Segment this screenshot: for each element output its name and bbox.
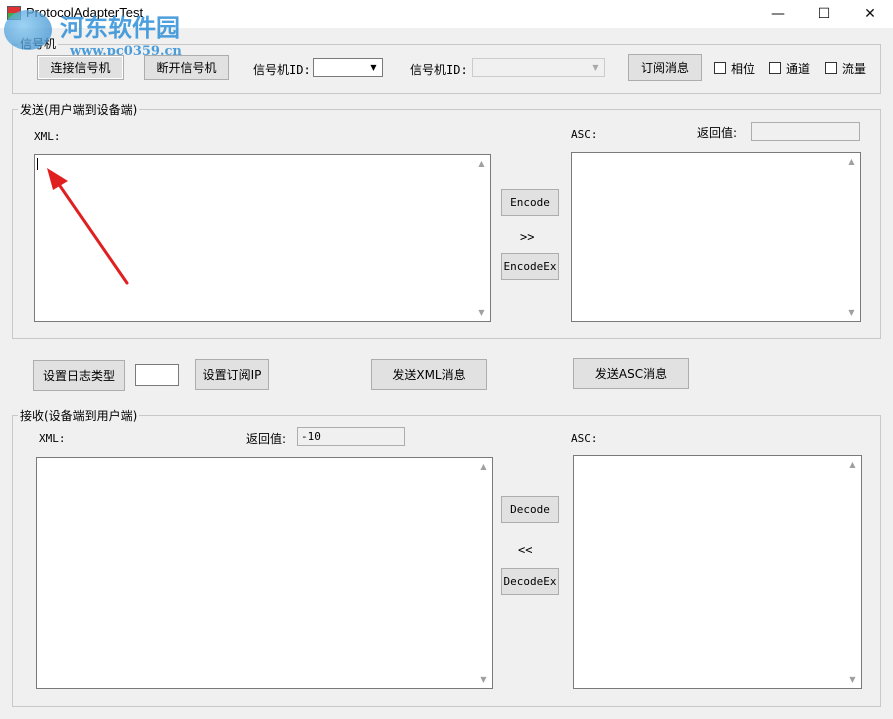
decode-arrow: <<	[518, 543, 533, 557]
set-subscribe-ip-button[interactable]: 设置订阅IP	[195, 359, 269, 390]
receive-xml-textarea[interactable]: ▲ ▼	[36, 457, 493, 689]
receive-return-value: -10	[297, 427, 405, 446]
set-log-type-button[interactable]: 设置日志类型	[33, 360, 125, 391]
scrollbar[interactable]: ▲ ▼	[844, 456, 861, 688]
receive-group-label: 接收(设备端到用户端)	[18, 407, 140, 424]
receive-return-label: 返回值:	[246, 432, 287, 446]
decode-ex-button[interactable]: DecodeEx	[501, 568, 559, 595]
log-type-input[interactable]	[135, 364, 179, 386]
send-xml-button[interactable]: 发送XML消息	[371, 359, 487, 390]
decode-button[interactable]: Decode	[501, 496, 559, 523]
scroll-up-icon[interactable]: ▲	[475, 458, 492, 475]
receive-asc-textarea[interactable]: ▲ ▼	[573, 455, 862, 689]
scrollbar[interactable]: ▲ ▼	[475, 458, 492, 688]
scroll-up-icon[interactable]: ▲	[844, 456, 861, 473]
receive-asc-label: ASC:	[571, 432, 598, 445]
scroll-down-icon[interactable]: ▼	[844, 671, 861, 688]
receive-xml-label: XML:	[39, 432, 66, 445]
scroll-down-icon[interactable]: ▼	[475, 671, 492, 688]
send-asc-button[interactable]: 发送ASC消息	[573, 358, 689, 389]
